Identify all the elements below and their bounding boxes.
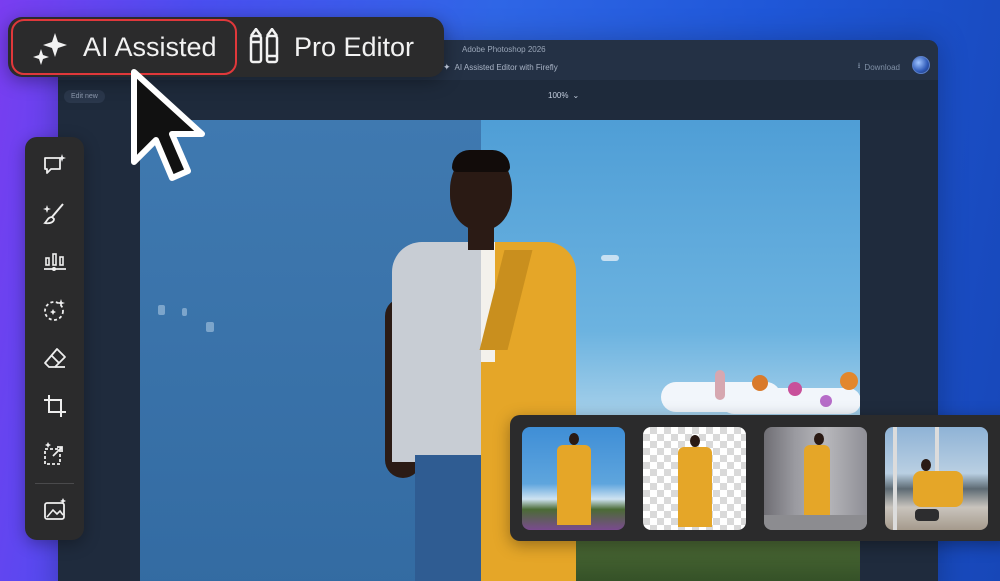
image-sparkle-icon[interactable] [39,494,71,526]
toolbar-divider [35,483,74,484]
adjust-sliders-icon[interactable] [39,246,71,278]
chevron-down-icon: ⌄ [572,91,580,100]
expand-sparkle-icon[interactable] [39,438,71,470]
ai-assisted-label: AI Assisted [83,31,217,62]
variation-thumbnails [510,415,1000,541]
pro-editor-label: Pro Editor [294,31,415,62]
app-subtitle-row: ✦ AI Assisted Editor with Firefly [443,62,558,73]
download-label: Download [864,62,900,72]
zoom-select[interactable]: 100% ⌄ [548,91,579,100]
pencil-tools-icon [248,28,280,66]
mouse-cursor-icon [126,66,206,188]
pro-editor-toggle[interactable]: Pro Editor [248,17,414,77]
avatar[interactable] [912,56,930,74]
thumbnail-office-chair[interactable] [885,427,988,530]
select-sparkle-icon[interactable] [39,294,71,326]
thumbnail-transparent-background[interactable] [643,427,746,530]
app-title: Adobe Photoshop 2026 [462,45,546,54]
edit-new-button[interactable]: Edit new [64,90,105,103]
download-button[interactable]: ⭳ Download [858,60,900,74]
thumbnail-concrete-room[interactable] [764,427,867,530]
download-icon: ⭳ [857,61,861,70]
eraser-icon[interactable] [39,342,71,374]
sparkle-icon [33,29,69,65]
thumbnail-flower-field[interactable] [522,427,625,530]
app-subtitle: AI Assisted Editor with Firefly [454,63,558,72]
chat-sparkle-icon[interactable] [39,150,71,182]
zoom-value: 100% [548,91,569,100]
left-toolbar [25,137,84,540]
crop-icon[interactable] [39,390,71,422]
firefly-sparkle-icon: ✦ [443,62,451,72]
brush-sparkle-icon[interactable] [39,198,71,230]
mode-toggle: AI Assisted Pro Editor [8,17,444,77]
